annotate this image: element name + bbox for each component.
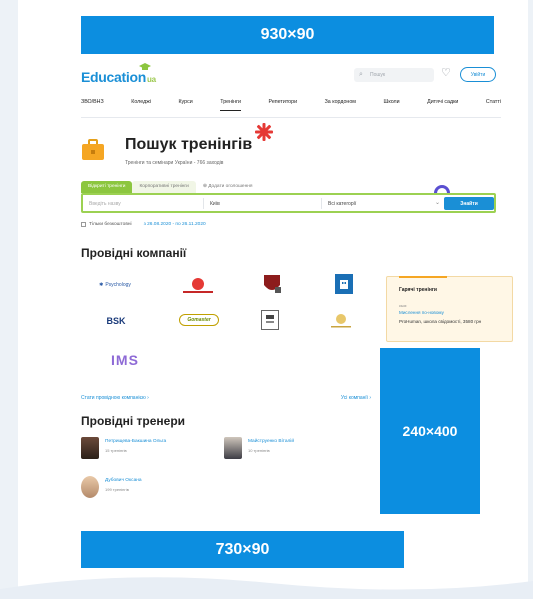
nav-divider	[81, 117, 501, 118]
nav-item-universities[interactable]: ЗВО/ВНЗ	[81, 99, 104, 111]
trainers-title: Провідні тренери	[81, 414, 186, 428]
logo-suffix: ua	[146, 75, 156, 84]
hot-trainings-box: Гарячі тренінги сьог. Мислення по-новому…	[386, 276, 513, 342]
filter-separator	[321, 198, 322, 209]
tab-add-announcement[interactable]: ⊕ Додати оголошення	[196, 181, 260, 193]
favorites-heart-icon[interactable]: ♡	[441, 66, 451, 79]
company-logo[interactable]: Gomaster	[179, 314, 219, 326]
hot-training-date: сьог.	[399, 303, 408, 308]
ad-size-label: 240×400	[402, 423, 458, 439]
tab-open-trainings[interactable]: Відкриті тренінги	[81, 181, 133, 193]
tab-add-label: Додати оголошення	[208, 184, 253, 189]
graduation-cap-icon	[139, 63, 151, 70]
search-tabs: Відкриті тренінги Корпоративні тренінги …	[81, 181, 259, 193]
ad-size-label: 930×90	[260, 26, 315, 43]
login-label: Увійти	[470, 71, 486, 78]
company-logo-text: Psychology	[105, 282, 131, 288]
trainer-count: 10 тренінгів	[248, 448, 270, 453]
company-logo[interactable]: ✱ Psychology	[93, 278, 137, 292]
golden-logo-icon	[331, 314, 351, 328]
header: Educationua ⌕ Пошук ♡ Увійти	[81, 63, 496, 89]
companies-links-row: Стати провідною компанією › Усі компанії…	[81, 395, 371, 401]
company-logo-text: Gomaster	[187, 317, 211, 323]
main-nav: ЗВО/ВНЗ Коледжі Курси Тренінги Репетитор…	[81, 99, 501, 111]
become-leading-label: Стати провідною компанією	[81, 395, 146, 401]
company-logo-text: BSK	[106, 316, 126, 326]
nav-item-trainings[interactable]: Тренінги	[220, 99, 241, 111]
date-range-link[interactable]: з 26.08.2020 - по 26.11.2020	[144, 222, 206, 227]
company-logo[interactable]	[335, 274, 353, 294]
company-logo[interactable]: IMS	[105, 350, 145, 370]
ad-banner-side[interactable]: 240×400	[380, 348, 480, 514]
become-leading-company-link[interactable]: Стати провідною компанією ›	[81, 395, 149, 401]
companies-grid: ✱ Psychology BSK Gomaster IMS	[81, 270, 371, 370]
building-logo-icon	[340, 280, 348, 289]
trainer-card[interactable]: Петрищева-Бакшина Ольга 15 тренінгів	[81, 437, 166, 459]
city-filter-select[interactable]: Київ	[210, 201, 220, 207]
hot-training-link[interactable]: Мислення по-новому	[399, 310, 444, 315]
ukraine-star-icon	[255, 123, 273, 141]
logo[interactable]: Educationua	[81, 63, 156, 85]
filter-separator	[203, 198, 204, 209]
companies-title: Провідні компанії	[81, 246, 187, 260]
nav-item-kindergartens[interactable]: Дитячі садки	[427, 99, 458, 111]
nav-item-colleges[interactable]: Коледжі	[131, 99, 151, 111]
page-subtitle: Тренінги та семінари України - 766 заход…	[125, 160, 224, 166]
logo-text: Education	[81, 69, 146, 85]
chevron-down-icon[interactable]: ⌄	[435, 199, 440, 206]
apple-logo-icon	[183, 278, 213, 293]
name-filter-input[interactable]: Введіть назву	[89, 201, 121, 207]
briefcase-icon	[82, 139, 104, 160]
shield-logo-icon	[264, 275, 281, 293]
avatar	[224, 437, 242, 459]
company-logo[interactable]	[261, 273, 283, 295]
category-filter-select[interactable]: Всі категорії	[328, 201, 356, 207]
free-only-checkbox[interactable]	[81, 222, 86, 227]
hot-training-desc: ProHuman, школа свідомості, 3580 грн	[399, 319, 482, 324]
hot-accent-bar	[399, 276, 447, 278]
all-companies-label: Усі компанії	[340, 395, 368, 401]
find-button[interactable]: Знайти	[444, 197, 494, 210]
search-input[interactable]: ⌕ Пошук	[354, 68, 434, 82]
page: 930×90 Educationua ⌕ Пошук ♡ Увійти ЗВО/…	[18, 0, 528, 599]
ad-banner-top[interactable]: 930×90	[81, 16, 494, 54]
trainer-card[interactable]: Дубович Оксана 199 тренінгів	[81, 476, 142, 498]
free-only-label[interactable]: Тільки безкоштовні	[89, 222, 132, 227]
decorative-wave	[0, 577, 533, 599]
trainer-count: 199 тренінгів	[105, 487, 129, 492]
filter-bar: Введіть назву Київ Всі категорії ⌄ Знайт…	[81, 193, 496, 213]
all-companies-link[interactable]: Усі компанії ›	[341, 395, 371, 401]
login-button[interactable]: Увійти	[460, 67, 496, 82]
nav-item-abroad[interactable]: За кордоном	[325, 99, 356, 111]
avatar	[81, 476, 99, 498]
company-logo-text: IMS	[111, 352, 139, 368]
trainer-name[interactable]: Петрищева-Бакшина Ольга	[105, 439, 166, 444]
tab-corporate-trainings[interactable]: Корпоративні тренінги	[132, 181, 196, 193]
trainer-count: 15 тренінгів	[105, 448, 127, 453]
page-title: Пошук тренінгів	[125, 136, 253, 153]
trainer-card[interactable]: Майструенко Віталій 10 тренінгів	[224, 437, 294, 459]
nav-item-articles[interactable]: Статті	[486, 99, 501, 111]
nav-item-tutors[interactable]: Репетитори	[269, 99, 298, 111]
company-logo[interactable]	[177, 275, 219, 295]
trainer-name[interactable]: Дубович Оксана	[105, 478, 142, 483]
search-placeholder: Пошук	[370, 72, 386, 78]
free-only-row: Тільки безкоштовні з 26.08.2020 - по 26.…	[81, 222, 206, 227]
nav-item-schools[interactable]: Школи	[383, 99, 399, 111]
company-logo[interactable]	[261, 310, 279, 330]
hot-trainings-title: Гарячі тренінги	[399, 287, 438, 293]
trainer-name[interactable]: Майструенко Віталій	[248, 439, 294, 444]
ad-size-label: 730×90	[215, 540, 270, 558]
company-logo[interactable]: BSK	[95, 314, 137, 328]
crest-logo-icon	[266, 315, 274, 323]
nav-item-courses[interactable]: Курси	[178, 99, 192, 111]
avatar	[81, 437, 99, 459]
company-logo[interactable]	[325, 312, 357, 330]
search-icon: ⌕	[359, 71, 363, 78]
